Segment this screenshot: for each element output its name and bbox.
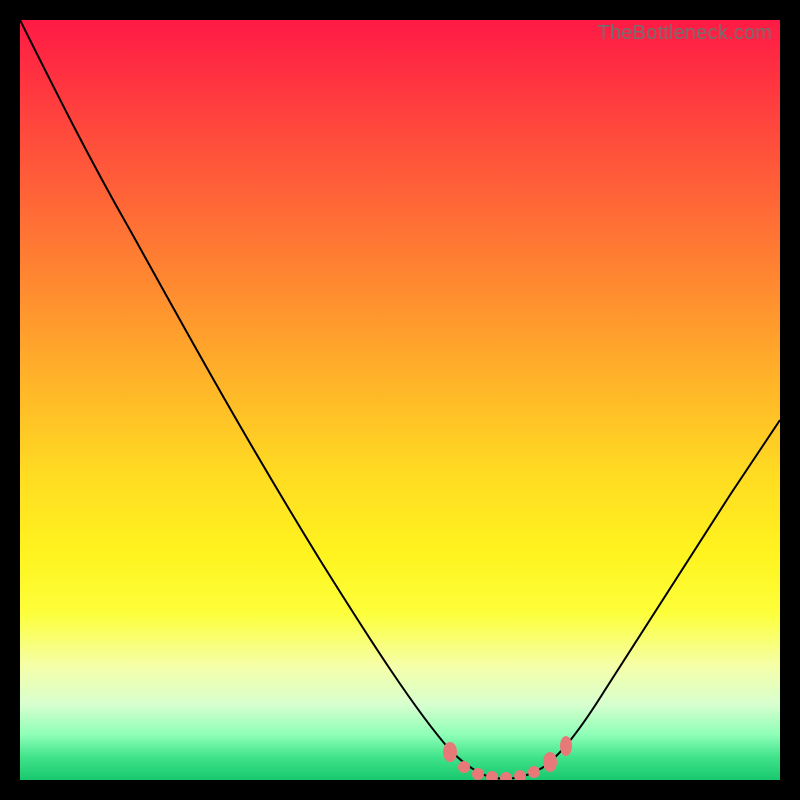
marker-dot — [458, 761, 470, 773]
marker-dot — [543, 752, 557, 772]
curve-path — [20, 20, 780, 779]
marker-dot — [528, 766, 540, 778]
bottleneck-curve — [20, 20, 780, 780]
marker-dot — [472, 768, 484, 780]
marker-dot — [443, 742, 457, 762]
marker-dot — [500, 772, 512, 780]
plot-area: TheBottleneck.com — [20, 20, 780, 780]
marker-dot — [514, 770, 526, 780]
marker-dot — [486, 771, 498, 780]
marker-dot — [560, 736, 572, 756]
chart-frame: TheBottleneck.com — [0, 0, 800, 800]
